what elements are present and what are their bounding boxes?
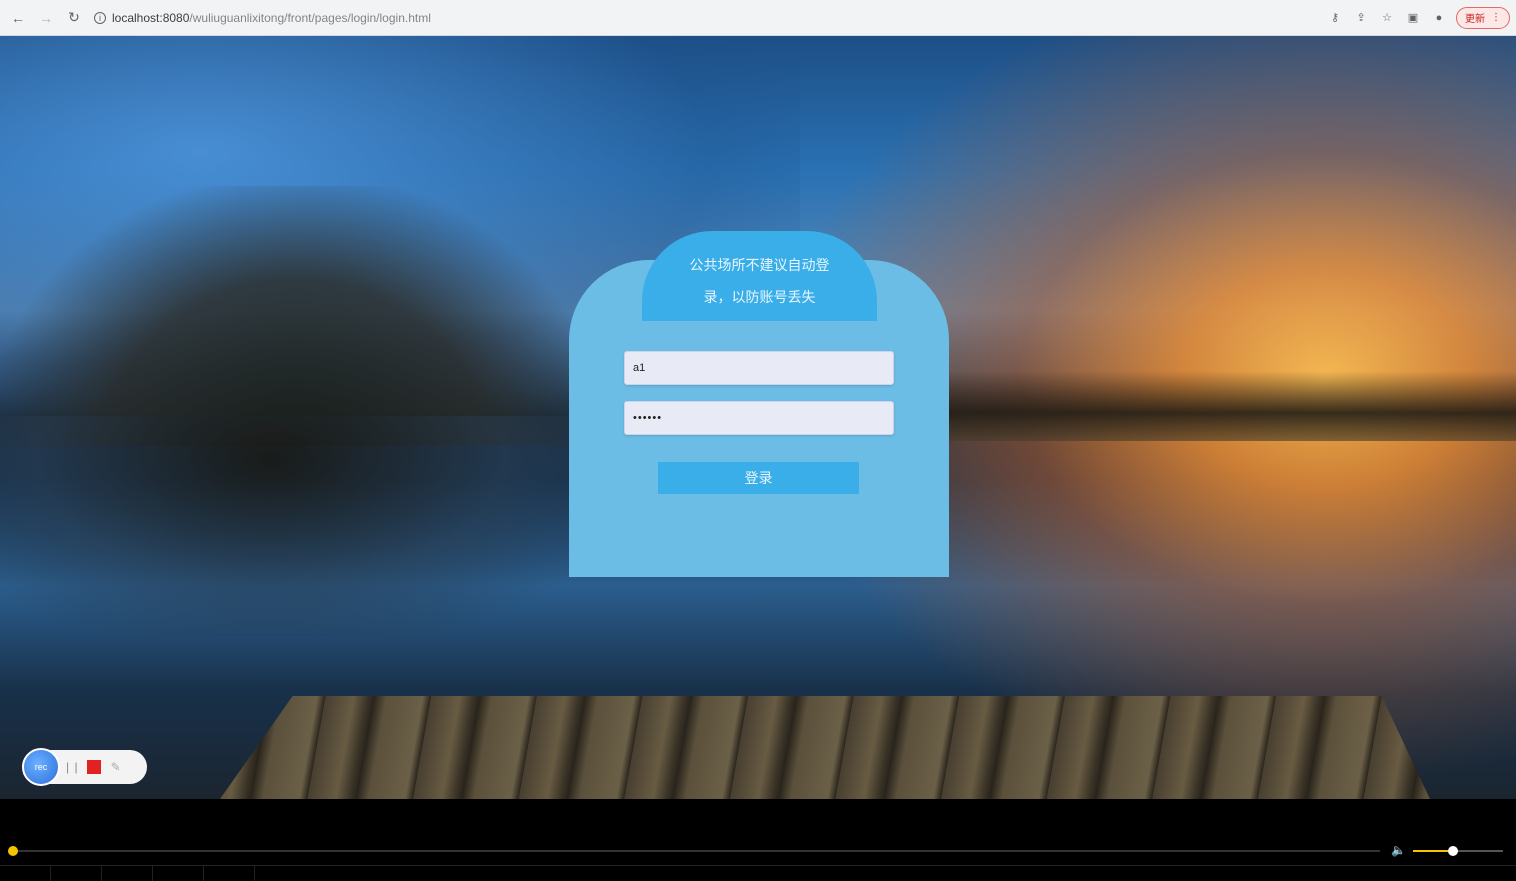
notice-line-2: 录，以防账号丢失 <box>703 289 816 305</box>
username-value: a1 <box>633 362 646 374</box>
video-player-controls: 🔈 <box>0 799 1516 881</box>
volume-fill <box>1413 850 1453 852</box>
forward-icon[interactable]: → <box>34 6 58 30</box>
url-host: localhost:8080 <box>112 10 190 25</box>
reload-icon[interactable]: ↻ <box>62 6 86 30</box>
player-tab[interactable] <box>51 866 102 881</box>
recorder-avatar[interactable]: rec <box>22 748 60 786</box>
notice-line-1: 公共场所不建议自动登 <box>689 257 830 273</box>
treeline-left <box>0 186 590 446</box>
progress-track[interactable] <box>12 850 1380 852</box>
share-icon[interactable]: ⇪ <box>1352 9 1370 27</box>
page-background: 公共场所不建议自动登 录，以防账号丢失 a1 •••••• 登录 <box>0 36 1516 799</box>
browser-toolbar: ← → ↻ i localhost:8080/wuliuguanlixitong… <box>0 0 1516 36</box>
star-icon[interactable]: ☆ <box>1378 9 1396 27</box>
treeline-right <box>940 371 1516 441</box>
login-button[interactable]: 登录 <box>658 462 859 494</box>
volume-handle[interactable] <box>1448 846 1458 856</box>
back-icon[interactable]: ← <box>6 6 30 30</box>
progress-handle[interactable] <box>8 846 18 856</box>
password-value: •••••• <box>633 412 663 424</box>
notice-text: 公共场所不建议自动登 录，以防账号丢失 <box>690 249 830 313</box>
water-reflection <box>0 416 600 636</box>
more-icon[interactable]: ⋮ <box>1491 12 1501 23</box>
url-path: /wuliuguanlixitong/front/pages/login/log… <box>189 10 431 25</box>
pause-icon[interactable]: | | <box>66 760 79 774</box>
password-input[interactable]: •••••• <box>624 401 894 435</box>
login-card: 公共场所不建议自动登 录，以防账号丢失 a1 •••••• 登录 <box>569 231 949 577</box>
screen-recorder-widget: rec | | ✎ <box>22 748 147 786</box>
pen-icon[interactable]: ✎ <box>111 760 121 774</box>
player-tab[interactable] <box>204 866 255 881</box>
volume-icon[interactable]: 🔈 <box>1391 843 1406 857</box>
player-tab-strip <box>0 865 1516 881</box>
recorder-avatar-label: rec <box>34 762 48 772</box>
player-tab[interactable] <box>0 866 51 881</box>
info-icon[interactable]: i <box>94 11 106 24</box>
update-button[interactable]: 更新 ⋮ <box>1456 6 1510 29</box>
stop-icon[interactable] <box>86 760 101 774</box>
browser-actions: ⚷ ⇪ ☆ ▣ ● 更新 ⋮ <box>1326 6 1516 29</box>
sidebar-icon[interactable]: ▣ <box>1404 9 1422 27</box>
login-notice: 公共场所不建议自动登 录，以防账号丢失 <box>642 231 877 321</box>
login-button-label: 登录 <box>744 470 773 486</box>
address-bar[interactable]: i localhost:8080/wuliuguanlixitong/front… <box>94 5 1314 31</box>
profile-icon[interactable]: ● <box>1430 9 1448 27</box>
username-input[interactable]: a1 <box>624 351 894 385</box>
wooden-dock <box>220 696 1430 799</box>
player-tab[interactable] <box>153 866 204 881</box>
key-icon[interactable]: ⚷ <box>1326 9 1344 27</box>
update-label: 更新 <box>1465 14 1485 25</box>
player-tab[interactable] <box>102 866 153 881</box>
